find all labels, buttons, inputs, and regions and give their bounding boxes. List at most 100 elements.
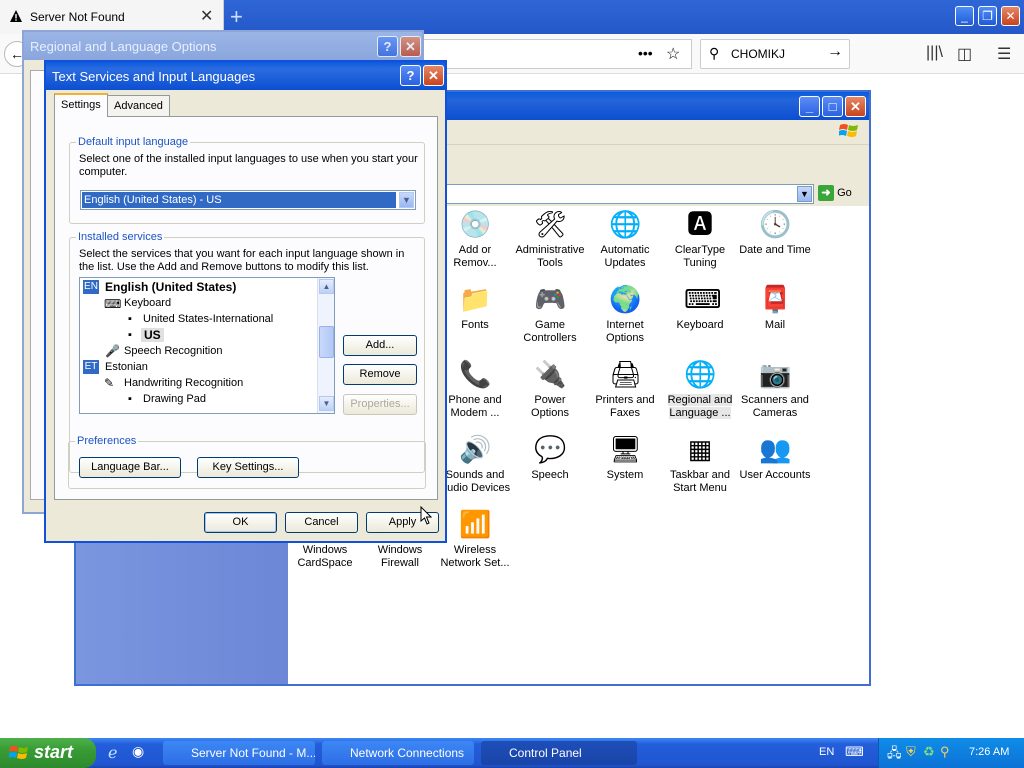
firefox-quicklaunch-icon[interactable]: ◉ bbox=[132, 743, 144, 760]
keyboard-tray-icon[interactable]: ⌨ bbox=[845, 744, 864, 760]
search-input[interactable]: CHOMIKJ bbox=[731, 47, 785, 61]
go-arrow-icon: ➜ bbox=[818, 185, 834, 201]
cp-item-fonts[interactable]: 📁 Fonts bbox=[439, 283, 511, 332]
task-network-connections[interactable]: Network Connections bbox=[322, 741, 474, 765]
task-server-not-found[interactable]: Server Not Found - M... bbox=[163, 741, 315, 765]
cp-item-automatic-updates[interactable]: 🌐 Automatic Updates bbox=[589, 208, 661, 270]
default-language-value: English (United States) - US bbox=[82, 192, 396, 208]
cp-minimize-button[interactable]: _ bbox=[799, 96, 820, 117]
cp-item-add-remove-programs[interactable]: 💿 Add or Remov... bbox=[439, 208, 511, 270]
browser-tab-title: Server Not Found bbox=[30, 10, 125, 24]
properties-button[interactable]: Properties... bbox=[343, 394, 417, 415]
list-item-keyboard[interactable]: Keyboard bbox=[124, 297, 171, 309]
cp-item-speech[interactable]: 💬 Speech bbox=[514, 433, 586, 482]
list-item-us-international[interactable]: United States-International bbox=[143, 313, 273, 325]
search-tray-icon[interactable]: ⚲ bbox=[940, 744, 950, 760]
cp-item-internet-options[interactable]: 🌍 Internet Options bbox=[589, 283, 661, 345]
scroll-thumb[interactable] bbox=[319, 326, 334, 358]
search-box[interactable]: ⚲ CHOMIKJ → bbox=[700, 39, 850, 69]
cp-item-system[interactable]: 🖥 System bbox=[589, 433, 661, 482]
browser-minimize-button[interactable]: _ bbox=[955, 6, 974, 26]
preferences-group-label: Preferences bbox=[75, 435, 139, 447]
cp-item-label: ClearType Tuning bbox=[674, 244, 726, 269]
text-services-titlebar[interactable]: Text Services and Input Languages ? ✕ bbox=[46, 62, 445, 90]
cp-item-user-accounts[interactable]: 👥 User Accounts bbox=[739, 433, 811, 482]
system-icon: 🖥 bbox=[609, 434, 643, 464]
language-bar-button[interactable]: Language Bar... bbox=[79, 457, 181, 478]
key-settings-button[interactable]: Key Settings... bbox=[197, 457, 299, 478]
regional-close-button[interactable]: ✕ bbox=[400, 36, 421, 57]
cancel-button[interactable]: Cancel bbox=[285, 512, 358, 533]
ie-quicklaunch-icon[interactable]: ℯ bbox=[108, 743, 117, 763]
network-tray-icon[interactable]: 🖧 bbox=[887, 744, 902, 766]
input-language-indicator[interactable]: EN bbox=[819, 746, 834, 758]
cp-item-keyboard[interactable]: ⌨ Keyboard bbox=[664, 283, 736, 332]
page-actions-icon[interactable]: ••• bbox=[638, 45, 653, 61]
cp-item-date-time[interactable]: 🕓 Date and Time bbox=[739, 208, 811, 257]
list-scrollbar[interactable]: ▲ ▼ bbox=[317, 278, 334, 413]
cp-item-phone-modem[interactable]: 📞 Phone and Modem ... bbox=[439, 358, 511, 420]
phone-modem-icon: 📞 bbox=[459, 359, 492, 389]
tab-settings[interactable]: Settings bbox=[54, 93, 108, 117]
cp-maximize-button[interactable]: □ bbox=[822, 96, 843, 117]
close-button[interactable]: ✕ bbox=[423, 65, 444, 86]
cp-item-wireless[interactable]: 📶 Wireless Network Set... bbox=[439, 508, 511, 570]
system-tray: 🖧 ⛨ ♻ ⚲ 7:26 AM bbox=[878, 738, 1024, 768]
sidebar-icon[interactable]: ◫ bbox=[957, 44, 972, 64]
go-button[interactable]: ➜ Go bbox=[818, 185, 852, 201]
default-language-select[interactable]: English (United States) - US ▼ bbox=[80, 190, 416, 210]
browser-close-button[interactable]: ✕ bbox=[1001, 6, 1020, 26]
sounds-icon: 🔊 bbox=[459, 434, 492, 464]
search-go-icon[interactable]: → bbox=[827, 43, 843, 61]
address-dropdown-icon[interactable]: ▼ bbox=[797, 186, 812, 202]
library-icon[interactable]: |||\ bbox=[926, 44, 943, 62]
start-button[interactable]: start bbox=[0, 738, 96, 768]
installed-services-list[interactable]: EN English (United States) ⌨ Keyboard ▪ … bbox=[79, 277, 335, 414]
chevron-down-icon[interactable]: ▼ bbox=[399, 192, 414, 208]
cp-item-mail[interactable]: 📮 Mail bbox=[739, 283, 811, 332]
cp-item-regional-language[interactable]: 🌐 Regional and Language ... bbox=[664, 358, 736, 420]
cp-item-label: Regional and Language ... bbox=[667, 394, 733, 419]
cp-item-power-options[interactable]: 🔌 Power Options bbox=[514, 358, 586, 420]
cp-item-label: Power Options bbox=[531, 394, 569, 419]
remove-button[interactable]: Remove bbox=[343, 364, 417, 385]
cp-close-button[interactable]: ✕ bbox=[845, 96, 866, 117]
scroll-up-icon[interactable]: ▲ bbox=[319, 279, 334, 294]
mouse-cursor-icon bbox=[420, 506, 432, 525]
menu-icon[interactable]: ☰ bbox=[997, 44, 1011, 64]
list-item-speech[interactable]: Speech Recognition bbox=[124, 345, 222, 357]
bookmark-star-icon[interactable]: ☆ bbox=[666, 44, 680, 64]
scroll-down-icon[interactable]: ▼ bbox=[319, 396, 334, 411]
help-button[interactable]: ? bbox=[400, 65, 421, 86]
ok-button[interactable]: OK bbox=[204, 512, 277, 533]
cp-item-taskbar[interactable]: ▦ Taskbar and Start Menu bbox=[664, 433, 736, 495]
close-tab-icon[interactable]: ✕ bbox=[200, 6, 213, 26]
tab-advanced[interactable]: Advanced bbox=[107, 95, 170, 117]
browser-restore-button[interactable]: ❐ bbox=[978, 6, 997, 26]
new-tab-button[interactable]: + bbox=[230, 4, 243, 30]
update-tray-icon[interactable]: ♻ bbox=[923, 744, 935, 760]
security-shield-icon[interactable]: ⛨ bbox=[906, 744, 916, 760]
clock: 7:26 AM bbox=[969, 746, 1010, 758]
cp-item-scanners[interactable]: 📷 Scanners and Cameras bbox=[739, 358, 811, 420]
regional-help-button[interactable]: ? bbox=[377, 36, 398, 57]
list-item-english[interactable]: English (United States) bbox=[105, 280, 236, 294]
cp-item-label: Internet Options bbox=[606, 319, 644, 344]
list-item-handwriting[interactable]: Handwriting Recognition bbox=[124, 377, 243, 389]
internet-options-icon: 🌍 bbox=[609, 284, 642, 314]
regional-titlebar[interactable]: Regional and Language Options ? ✕ bbox=[24, 32, 422, 60]
list-item-us[interactable]: US bbox=[141, 328, 164, 342]
browser-tab[interactable]: Server Not Found ✕ bbox=[0, 0, 224, 34]
add-button[interactable]: Add... bbox=[343, 335, 417, 356]
list-item-drawing-pad[interactable]: Drawing Pad bbox=[143, 393, 206, 405]
cp-item-printers[interactable]: 🖨 Printers and Faxes bbox=[589, 358, 661, 420]
list-item-estonian[interactable]: Estonian bbox=[105, 361, 148, 373]
cp-item-cleartype[interactable]: 🅰 ClearType Tuning bbox=[664, 208, 736, 270]
cp-item-sounds[interactable]: 🔊 Sounds and Audio Devices bbox=[439, 433, 511, 495]
task-control-panel[interactable]: Control Panel bbox=[481, 741, 637, 765]
cp-item-administrative-tools[interactable]: 🛠 Administrative Tools bbox=[514, 208, 586, 270]
cp-item-label: Game Controllers bbox=[523, 319, 577, 344]
url-bar[interactable]: ••• ☆ bbox=[420, 39, 692, 69]
cp-item-game-controllers[interactable]: 🎮 Game Controllers bbox=[514, 283, 586, 345]
et-badge: ET bbox=[83, 360, 99, 374]
